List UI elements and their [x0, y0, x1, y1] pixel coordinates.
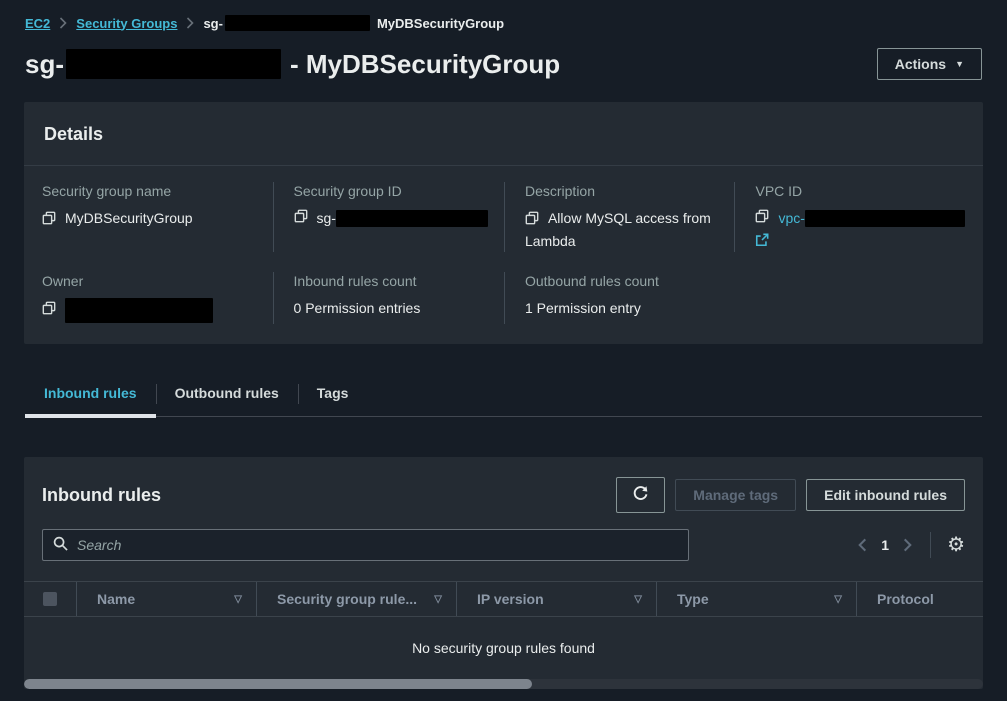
field-value-text: 1 Permission entry	[525, 298, 719, 319]
checkbox-icon	[43, 592, 57, 606]
manage-tags-button[interactable]: Manage tags	[675, 479, 796, 511]
column-label: Name	[97, 591, 135, 607]
column-label: Protocol	[877, 591, 934, 607]
field-value-prefix: sg-	[317, 208, 336, 229]
field-value-text: 0 Permission entries	[294, 298, 488, 319]
field-value-text: Allow MySQL access from Lambda	[525, 210, 711, 249]
breadcrumb-separator-icon	[186, 17, 194, 29]
search-input[interactable]	[77, 537, 678, 553]
tab-inbound-rules[interactable]: Inbound rules	[25, 372, 156, 416]
field-vpc-id: VPC ID vpc-	[734, 182, 965, 252]
field-security-group-name: Security group name MyDBSecurityGroup	[42, 182, 273, 252]
column-header-ip-version[interactable]: IP version ▽	[456, 582, 656, 616]
sort-icon[interactable]: ▽	[634, 594, 642, 605]
copy-icon[interactable]	[755, 208, 769, 229]
tab-bar: Inbound rules Outbound rules Tags	[25, 372, 982, 417]
external-link-icon[interactable]	[755, 233, 965, 250]
field-inbound-rules-count: Inbound rules count 0 Permission entries	[273, 272, 504, 324]
field-owner: Owner	[42, 272, 273, 324]
scrollbar-thumb[interactable]	[24, 679, 532, 689]
breadcrumb-current-prefix: sg-	[203, 16, 223, 31]
sort-icon[interactable]: ▽	[834, 594, 842, 605]
chevron-right-icon[interactable]	[901, 536, 914, 554]
details-panel: Details Security group name MyDBSecurity…	[24, 102, 983, 344]
redacted-value	[225, 15, 370, 31]
column-header-name[interactable]: Name ▽	[76, 582, 256, 616]
field-description: Description Allow MySQL access from Lamb…	[504, 182, 735, 252]
actions-button-label: Actions	[895, 56, 946, 72]
horizontal-scrollbar[interactable]	[24, 679, 983, 689]
pagination: 1 ⚙	[856, 532, 965, 558]
page-title-suffix: - MyDBSecurityGroup	[290, 49, 560, 80]
redacted-value	[336, 210, 488, 227]
breadcrumb-link-security-groups[interactable]: Security Groups	[76, 16, 177, 31]
column-header-protocol[interactable]: Protocol	[856, 582, 983, 616]
column-header-security-group-rule[interactable]: Security group rule... ▽	[256, 582, 456, 616]
field-security-group-id: Security group ID sg-	[273, 182, 504, 252]
sort-icon[interactable]: ▽	[434, 594, 442, 605]
settings-gear-icon[interactable]: ⚙	[947, 535, 965, 555]
redacted-value	[66, 49, 281, 79]
breadcrumb-current-suffix: MyDBSecurityGroup	[377, 16, 504, 31]
breadcrumb: EC2 Security Groups sg- MyDBSecurityGrou…	[0, 0, 1007, 40]
field-label: Security group ID	[294, 182, 488, 200]
field-label: Owner	[42, 272, 257, 290]
select-all-checkbox[interactable]	[24, 582, 76, 616]
tab-outbound-rules[interactable]: Outbound rules	[156, 372, 298, 416]
field-label: VPC ID	[755, 182, 965, 200]
field-label: Description	[525, 182, 719, 200]
copy-icon[interactable]	[42, 210, 56, 231]
breadcrumb-separator-icon	[59, 17, 67, 29]
page-number[interactable]: 1	[881, 537, 889, 553]
details-grid: Security group name MyDBSecurityGroup Se…	[24, 166, 983, 344]
vpc-link[interactable]: vpc-	[778, 208, 804, 229]
column-header-type[interactable]: Type ▽	[656, 582, 856, 616]
breadcrumb-current: sg- MyDBSecurityGroup	[203, 15, 504, 31]
page-title: sg- - MyDBSecurityGroup	[25, 49, 560, 80]
field-value-text: MyDBSecurityGroup	[65, 210, 193, 226]
divider	[930, 532, 931, 558]
inbound-rules-heading: Inbound rules	[42, 485, 161, 506]
redacted-value	[805, 210, 965, 227]
table-header: Name ▽ Security group rule... ▽ IP versi…	[24, 581, 983, 617]
search-icon	[53, 536, 68, 554]
refresh-icon	[632, 485, 649, 505]
page-header: sg- - MyDBSecurityGroup Actions ▼	[0, 40, 1007, 102]
breadcrumb-link-ec2[interactable]: EC2	[25, 16, 50, 31]
redacted-value	[65, 298, 213, 323]
column-label: Security group rule...	[277, 591, 417, 607]
chevron-left-icon[interactable]	[856, 536, 869, 554]
caret-down-icon: ▼	[955, 56, 964, 72]
column-label: Type	[677, 591, 709, 607]
copy-icon[interactable]	[525, 210, 539, 231]
column-label: IP version	[477, 591, 544, 607]
empty-state-message: No security group rules found	[24, 617, 983, 679]
details-heading: Details	[24, 102, 983, 166]
sort-icon[interactable]: ▽	[234, 594, 242, 605]
copy-icon[interactable]	[42, 300, 56, 321]
field-label: Outbound rules count	[525, 272, 719, 290]
empty-cell	[734, 272, 965, 324]
actions-button[interactable]: Actions ▼	[877, 48, 982, 80]
edit-inbound-rules-button[interactable]: Edit inbound rules	[806, 479, 965, 511]
tab-tags[interactable]: Tags	[298, 372, 368, 416]
search-box[interactable]	[42, 529, 689, 561]
field-outbound-rules-count: Outbound rules count 1 Permission entry	[504, 272, 735, 324]
field-label: Inbound rules count	[294, 272, 488, 290]
field-label: Security group name	[42, 182, 257, 200]
page-title-prefix: sg-	[25, 49, 64, 80]
inbound-rules-panel: Inbound rules Manage tags Edit inbound r…	[24, 457, 983, 689]
refresh-button[interactable]	[616, 477, 665, 513]
copy-icon[interactable]	[294, 208, 308, 229]
